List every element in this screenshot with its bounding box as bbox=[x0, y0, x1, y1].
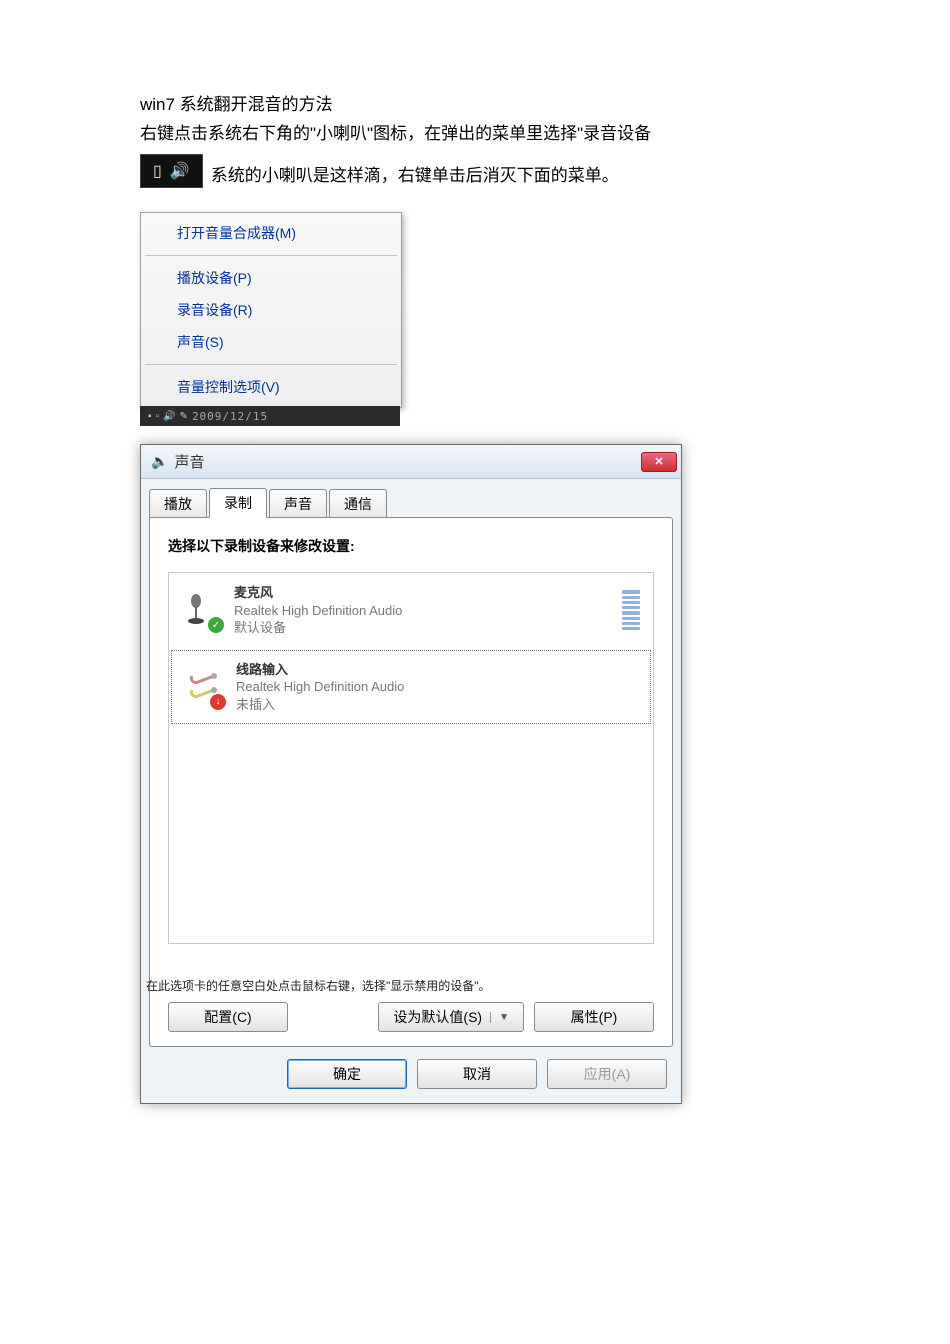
tab-sounds[interactable]: 声音 bbox=[269, 489, 327, 518]
mini-icon: ✎ bbox=[180, 411, 188, 422]
tray-line: ▯ 🔊 系统的小喇叭是这样滴，右键单击后消灭下面的菜单。 bbox=[140, 154, 950, 188]
device-item-microphone[interactable]: ✓ 麦克风 Realtek High Definition Audio 默认设备 bbox=[169, 573, 653, 648]
sound-dialog: 🔈 声音 ✕ 播放 录制 声音 通信 选择以下录制设备来修改设置: bbox=[140, 444, 682, 1104]
system-tray: ▯ 🔊 bbox=[140, 154, 203, 188]
intro-line-1: win7 系统翻开混音的方法 bbox=[140, 90, 950, 115]
tab-recording[interactable]: 录制 bbox=[209, 488, 267, 518]
configure-button[interactable]: 配置(C) bbox=[168, 1002, 288, 1032]
mini-icon: ▪ bbox=[148, 411, 152, 422]
tab-communications[interactable]: 通信 bbox=[329, 489, 387, 518]
sound-icon: 🔈 bbox=[151, 453, 168, 470]
intro-text: win7 系统翻开混音的方法 右键点击系统右下角的"小喇叭"图标，在弹出的菜单里… bbox=[140, 90, 950, 144]
apply-button[interactable]: 应用(A) bbox=[547, 1059, 667, 1089]
properties-button[interactable]: 属性(P) bbox=[534, 1002, 654, 1032]
battery-icon: ▯ bbox=[153, 161, 162, 181]
taskbar-sliver: ▪ ▫ 🔊 ✎ 2009/12/15 bbox=[140, 406, 400, 426]
device-status: 默认设备 bbox=[234, 619, 614, 637]
dialog-title: 声音 bbox=[174, 451, 204, 472]
menu-playback-devices[interactable]: 播放设备(P) bbox=[141, 262, 401, 294]
tab-playback[interactable]: 播放 bbox=[149, 489, 207, 518]
speaker-icon[interactable]: 🔊 bbox=[170, 161, 190, 181]
panel-caption: 选择以下录制设备来修改设置: bbox=[168, 536, 654, 556]
dialog-titlebar: 🔈 声音 ✕ bbox=[141, 445, 681, 479]
device-name: 麦克风 bbox=[234, 584, 614, 602]
annotation-hint: 在此选项卡的任意空白处点击鼠标右键，选择"显示禁用的设备"。 bbox=[146, 977, 491, 994]
taskbar-date: 2009/12/15 bbox=[192, 410, 268, 423]
ok-button[interactable]: 确定 bbox=[287, 1059, 407, 1089]
set-default-label: 设为默认值(S) bbox=[393, 1007, 482, 1027]
device-status: 未插入 bbox=[236, 696, 638, 714]
intro-line-2: 右键点击系统右下角的"小喇叭"图标，在弹出的菜单里选择"录音设备 bbox=[140, 119, 950, 144]
level-meter bbox=[622, 590, 640, 630]
menu-separator bbox=[145, 255, 397, 256]
chevron-down-icon[interactable]: ▼ bbox=[490, 1012, 509, 1023]
menu-open-mixer[interactable]: 打开音量合成器(M) bbox=[141, 217, 401, 249]
speaker-context-menu: 打开音量合成器(M) 播放设备(P) 录音设备(R) 声音(S) 音量控制选项(… bbox=[140, 212, 402, 408]
panel-button-row: 配置(C) 设为默认值(S) ▼ 属性(P) bbox=[168, 1002, 654, 1032]
mini-icon: ▫ bbox=[156, 411, 160, 422]
recording-tab-panel: 选择以下录制设备来修改设置: ✓ 麦克风 Realtek High bbox=[149, 517, 673, 1047]
menu-volume-options[interactable]: 音量控制选项(V) bbox=[141, 371, 401, 403]
close-button[interactable]: ✕ bbox=[641, 452, 677, 472]
menu-sounds[interactable]: 声音(S) bbox=[141, 326, 401, 358]
status-ok-icon: ✓ bbox=[208, 617, 224, 633]
device-list[interactable]: ✓ 麦克风 Realtek High Definition Audio 默认设备 bbox=[168, 572, 654, 944]
device-item-line-in[interactable]: ↓ 线路输入 Realtek High Definition Audio 未插入 bbox=[171, 650, 651, 725]
speaker-mini-icon: 🔊 bbox=[163, 411, 175, 422]
cancel-button[interactable]: 取消 bbox=[417, 1059, 537, 1089]
device-driver: Realtek High Definition Audio bbox=[236, 678, 638, 696]
device-driver: Realtek High Definition Audio bbox=[234, 602, 614, 620]
close-icon: ✕ bbox=[654, 455, 663, 468]
dialog-tabs: 播放 录制 声音 通信 bbox=[141, 479, 681, 517]
device-name: 线路输入 bbox=[236, 661, 638, 679]
tray-caption: 系统的小喇叭是这样滴，右键单击后消灭下面的菜单。 bbox=[211, 161, 619, 188]
menu-recording-devices[interactable]: 录音设备(R) bbox=[141, 294, 401, 326]
line-in-icon: ↓ bbox=[184, 668, 222, 706]
dialog-footer: 确定 取消 应用(A) bbox=[141, 1047, 681, 1103]
set-default-button[interactable]: 设为默认值(S) ▼ bbox=[378, 1002, 524, 1032]
status-unplugged-icon: ↓ bbox=[210, 694, 226, 710]
microphone-icon: ✓ bbox=[182, 591, 220, 629]
menu-separator bbox=[145, 364, 397, 365]
